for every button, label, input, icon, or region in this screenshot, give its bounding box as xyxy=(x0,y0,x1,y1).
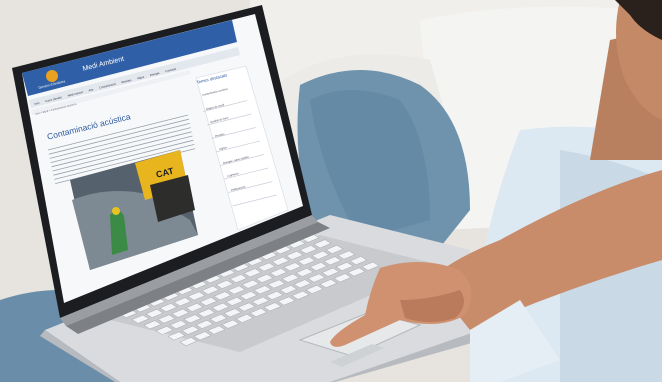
photo-worker-helmet xyxy=(112,207,120,215)
photo-scene xyxy=(0,0,662,382)
logo-icon xyxy=(46,70,58,82)
